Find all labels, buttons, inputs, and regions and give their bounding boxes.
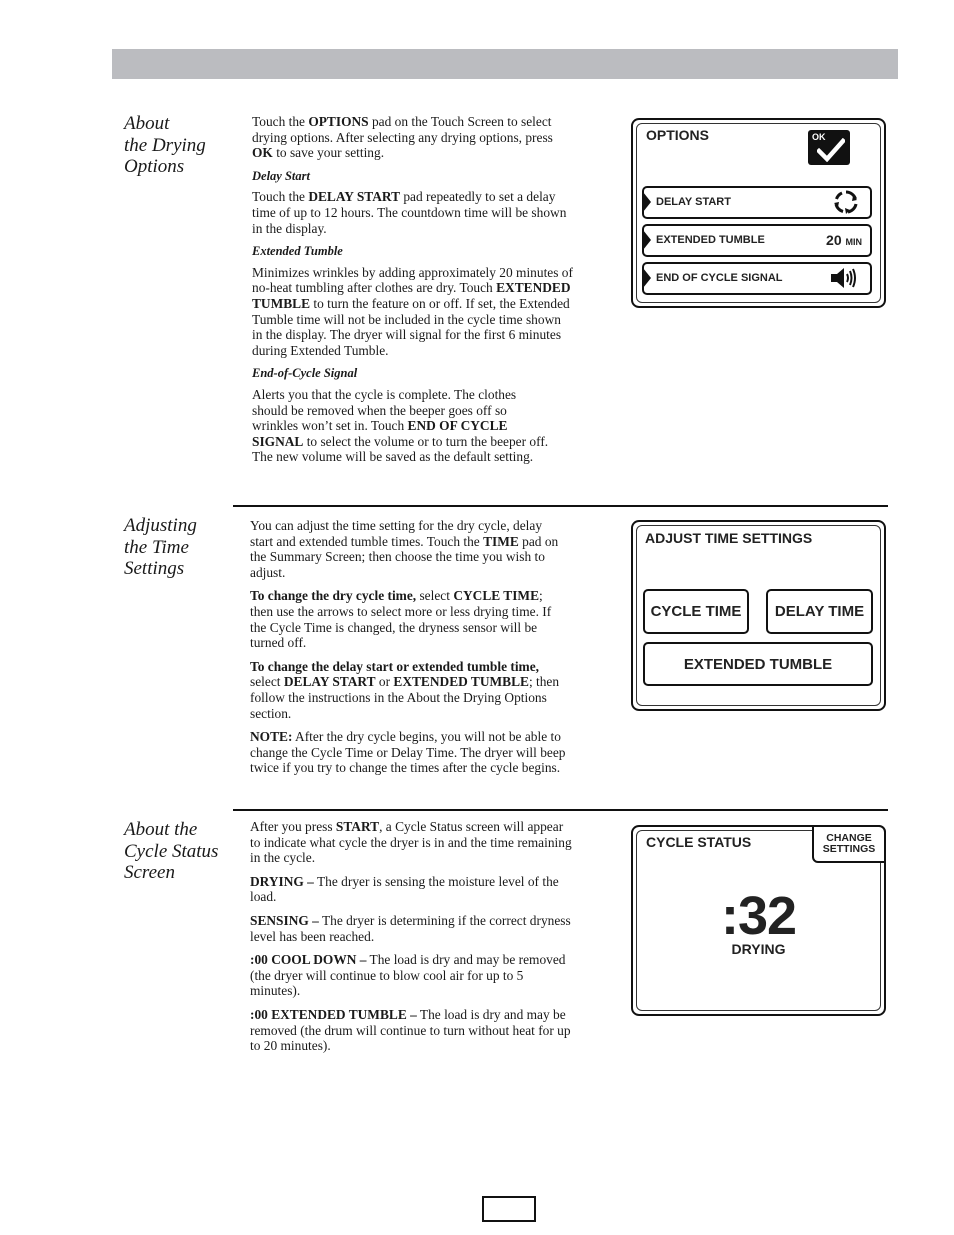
title-line: the Drying [124, 134, 206, 156]
extended-tumble-button[interactable]: EXTENDED TUMBLE [643, 642, 873, 686]
option-extended-tumble[interactable]: EXTENDED TUMBLE 20 MIN [642, 224, 872, 257]
cycle-time-button[interactable]: CYCLE TIME [643, 589, 749, 634]
section-title-cycle-status: About the Cycle Status Screen [124, 819, 218, 884]
option-label: END OF CYCLE SIGNAL [656, 272, 783, 284]
extended-tumble-heading: Extended Tumble [252, 244, 343, 259]
title-line: Screen [124, 862, 175, 883]
end-of-cycle-heading: End-of-Cycle Signal [252, 366, 358, 381]
adjust-time-screen-title: ADJUST TIME SETTINGS [645, 530, 813, 546]
option-label: DELAY START [656, 196, 731, 208]
title-line: Cycle Status [124, 840, 219, 862]
cool-down-description: :00 COOL DOWN – The load is dry and may … [250, 952, 566, 999]
section-divider [233, 505, 888, 507]
change-settings-label: SETTINGS [822, 843, 876, 855]
title-line: Adjusting [124, 515, 197, 536]
tumble-unit: MIN [845, 237, 863, 247]
cycle-status-screen: CYCLE STATUS CHANGE SETTINGS :32 DRYING [631, 825, 886, 1016]
drying-options-intro: Touch the OPTIONS pad on the Touch Scree… [252, 114, 553, 161]
cycle-arrows-icon [834, 190, 858, 219]
option-value: 20 MIN [826, 232, 862, 248]
option-label: EXTENDED TUMBLE [656, 234, 765, 246]
sensing-description: SENSING – The dryer is determining if th… [250, 912, 571, 944]
section-divider [233, 809, 888, 811]
adjust-time-intro: You can adjust the time setting for the … [250, 518, 559, 580]
adjust-cycle-time-text: To change the dry cycle time, select CYC… [250, 588, 552, 651]
tumble-minutes: 20 [826, 232, 842, 248]
section-title-adjust-time: Adjusting the Time Settings [124, 515, 197, 580]
row-indicator-icon [643, 192, 651, 212]
adjust-delay-tumble-text: To change the delay start or extended tu… [250, 658, 560, 721]
speaker-volume-icon [830, 267, 858, 294]
drying-description: DRYING – The dryer is sensing the moistu… [250, 873, 559, 905]
cycle-status-screen-title: CYCLE STATUS [646, 834, 752, 850]
header-bar [112, 49, 898, 79]
extended-tumble-text: Minimizes wrinkles by adding approximate… [252, 264, 573, 358]
title-line: About [124, 113, 170, 134]
delay-start-text: Touch the DELAY START pad repeatedly to … [252, 189, 567, 236]
title-line: About the [124, 819, 198, 840]
option-delay-start[interactable]: DELAY START [642, 186, 872, 219]
options-screen: OPTIONS OK DELAY START EXTENDED TUMBLE 2… [631, 118, 886, 308]
checkmark-icon [817, 138, 845, 162]
cycle-status-label: DRYING [731, 941, 786, 957]
change-settings-button[interactable]: CHANGE SETTINGS [812, 825, 886, 863]
row-indicator-icon [643, 230, 651, 250]
section-title-drying-options: About the Drying Options [124, 113, 206, 178]
delay-start-heading: Delay Start [252, 168, 310, 183]
title-line: Options [124, 156, 185, 177]
adjust-time-note: NOTE: After the dry cycle begins, you wi… [250, 729, 566, 776]
options-screen-title: OPTIONS [646, 127, 710, 143]
time-remaining: :32 [720, 886, 797, 946]
cycle-status-body: After you press START, a Cycle Status sc… [250, 819, 572, 1062]
delay-time-button[interactable]: DELAY TIME [766, 589, 873, 634]
drying-options-body: Touch the OPTIONS pad on the Touch Scree… [252, 114, 574, 473]
adjust-time-screen: ADJUST TIME SETTINGS CYCLE TIME DELAY TI… [631, 520, 886, 711]
option-end-of-cycle-signal[interactable]: END OF CYCLE SIGNAL [642, 262, 872, 295]
adjust-time-body: You can adjust the time setting for the … [250, 518, 568, 784]
page-number-box [482, 1196, 536, 1222]
title-line: the Time [124, 536, 189, 558]
title-line: Settings [124, 558, 185, 579]
cycle-status-intro: After you press START, a Cycle Status sc… [250, 819, 572, 866]
row-indicator-icon [643, 268, 651, 288]
extended-tumble-description: :00 EXTENDED TUMBLE – The load is dry an… [250, 1006, 571, 1054]
ok-button[interactable]: OK [808, 130, 850, 165]
end-of-cycle-text: Alerts you that the cycle is complete. T… [252, 386, 549, 465]
